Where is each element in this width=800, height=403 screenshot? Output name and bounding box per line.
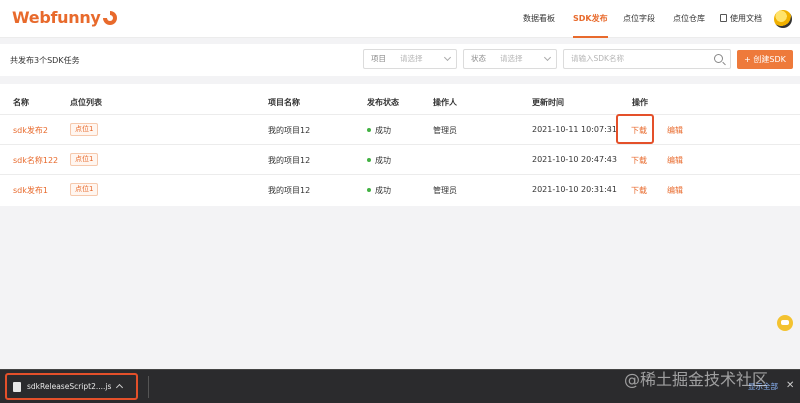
- close-icon[interactable]: ✕: [786, 380, 794, 391]
- filter-toolbar: 共发布3个SDK任务 项目 请选择 状态 请选择 请输入SDK名称 + 创建SD…: [0, 44, 800, 76]
- status-badge: 成功: [367, 125, 391, 136]
- operator-name: 管理员: [433, 186, 457, 195]
- column-header-operator: 操作人: [433, 98, 457, 107]
- updated-time: 2021-10-11 10:07:31: [532, 125, 617, 134]
- table-row: sdk发布1 点位1 我的项目12 成功 管理员 2021-10-10 20:3…: [0, 174, 800, 204]
- project-select-placeholder: 请选择: [400, 54, 423, 63]
- chevron-down-icon: [543, 53, 552, 62]
- watermark: @稀土掘金技术社区: [624, 370, 769, 389]
- status-badge: 成功: [367, 185, 391, 196]
- nav-item-sdk-release[interactable]: SDK发布: [573, 0, 608, 38]
- sdk-name-link[interactable]: sdk发布2: [13, 125, 48, 136]
- download-highlight-annotation: [616, 114, 654, 144]
- download-file-name: sdkReleaseScript2....js: [27, 382, 112, 391]
- project-name: 我的项目12: [268, 126, 311, 135]
- chat-bubble-icon[interactable]: [777, 315, 793, 331]
- status-select[interactable]: 状态 请选择: [463, 49, 557, 69]
- project-select[interactable]: 项目 请选择: [363, 49, 457, 69]
- status-select-label: 状态: [471, 54, 486, 63]
- success-dot-icon: [367, 158, 371, 162]
- point-tag: 点位1: [70, 183, 99, 196]
- nav-item-docs[interactable]: 使用文档: [720, 0, 762, 38]
- sdk-name-link[interactable]: sdk发布1: [13, 185, 48, 196]
- column-header-project: 项目名称: [268, 98, 300, 107]
- search-placeholder: 请输入SDK名称: [571, 54, 624, 63]
- updated-time: 2021-10-10 20:47:43: [532, 155, 617, 164]
- edit-button[interactable]: 编辑: [667, 125, 683, 136]
- status-text: 成功: [375, 156, 391, 165]
- download-item[interactable]: sdkReleaseScript2....js: [5, 373, 138, 400]
- point-tag: 点位1: [70, 123, 99, 136]
- logo[interactable]: Webfunny: [12, 8, 117, 27]
- chevron-up-icon[interactable]: [115, 383, 124, 392]
- status-select-placeholder: 请选择: [500, 54, 523, 63]
- download-button[interactable]: 下载: [631, 185, 647, 196]
- search-icon[interactable]: [714, 54, 723, 63]
- table-row: sdk名称122 点位1 我的项目12 成功 2021-10-10 20:47:…: [0, 144, 800, 174]
- point-tag: 点位1: [70, 153, 99, 166]
- status-text: 成功: [375, 126, 391, 135]
- chevron-down-icon: [443, 53, 452, 62]
- status-badge: 成功: [367, 155, 391, 166]
- success-dot-icon: [367, 128, 371, 132]
- project-name: 我的项目12: [268, 156, 311, 165]
- sdk-search-input[interactable]: 请输入SDK名称: [563, 49, 731, 69]
- sdk-name-link[interactable]: sdk名称122: [13, 155, 58, 166]
- divider: [148, 376, 149, 398]
- success-dot-icon: [367, 188, 371, 192]
- updated-time: 2021-10-10 20:31:41: [532, 185, 617, 194]
- column-header-actions: 操作: [632, 98, 648, 107]
- avatar[interactable]: [774, 10, 792, 28]
- edit-button[interactable]: 编辑: [667, 185, 683, 196]
- operator-name: 管理员: [433, 126, 457, 135]
- logo-mark-icon: [102, 10, 117, 25]
- sdk-table: 名称 点位列表 项目名称 发布状态 操作人 更新时间 操作 sdk发布2 点位1…: [0, 84, 800, 206]
- nav-item-point-repository[interactable]: 点位仓库: [673, 0, 705, 38]
- document-icon: [720, 14, 727, 22]
- nav-item-point-fields[interactable]: 点位字段: [623, 0, 655, 38]
- create-sdk-button[interactable]: + 创建SDK: [737, 50, 793, 69]
- project-name: 我的项目12: [268, 186, 311, 195]
- logo-text: Webfunny: [12, 8, 101, 27]
- status-text: 成功: [375, 186, 391, 195]
- nav-item-dashboard[interactable]: 数据看板: [523, 0, 555, 38]
- column-header-name: 名称: [13, 98, 29, 107]
- column-header-status: 发布状态: [367, 98, 399, 107]
- column-header-points: 点位列表: [70, 98, 102, 107]
- nav-item-docs-label: 使用文档: [730, 14, 762, 23]
- task-count-text: 共发布3个SDK任务: [10, 56, 80, 65]
- column-header-updated: 更新时间: [532, 98, 564, 107]
- top-header: Webfunny 数据看板 SDK发布 点位字段 点位仓库 使用文档: [0, 0, 800, 38]
- edit-button[interactable]: 编辑: [667, 155, 683, 166]
- download-button[interactable]: 下载: [631, 155, 647, 166]
- table-row: sdk发布2 点位1 我的项目12 成功 管理员 2021-10-11 10:0…: [0, 114, 800, 144]
- file-icon: [13, 382, 21, 392]
- project-select-label: 项目: [371, 54, 386, 63]
